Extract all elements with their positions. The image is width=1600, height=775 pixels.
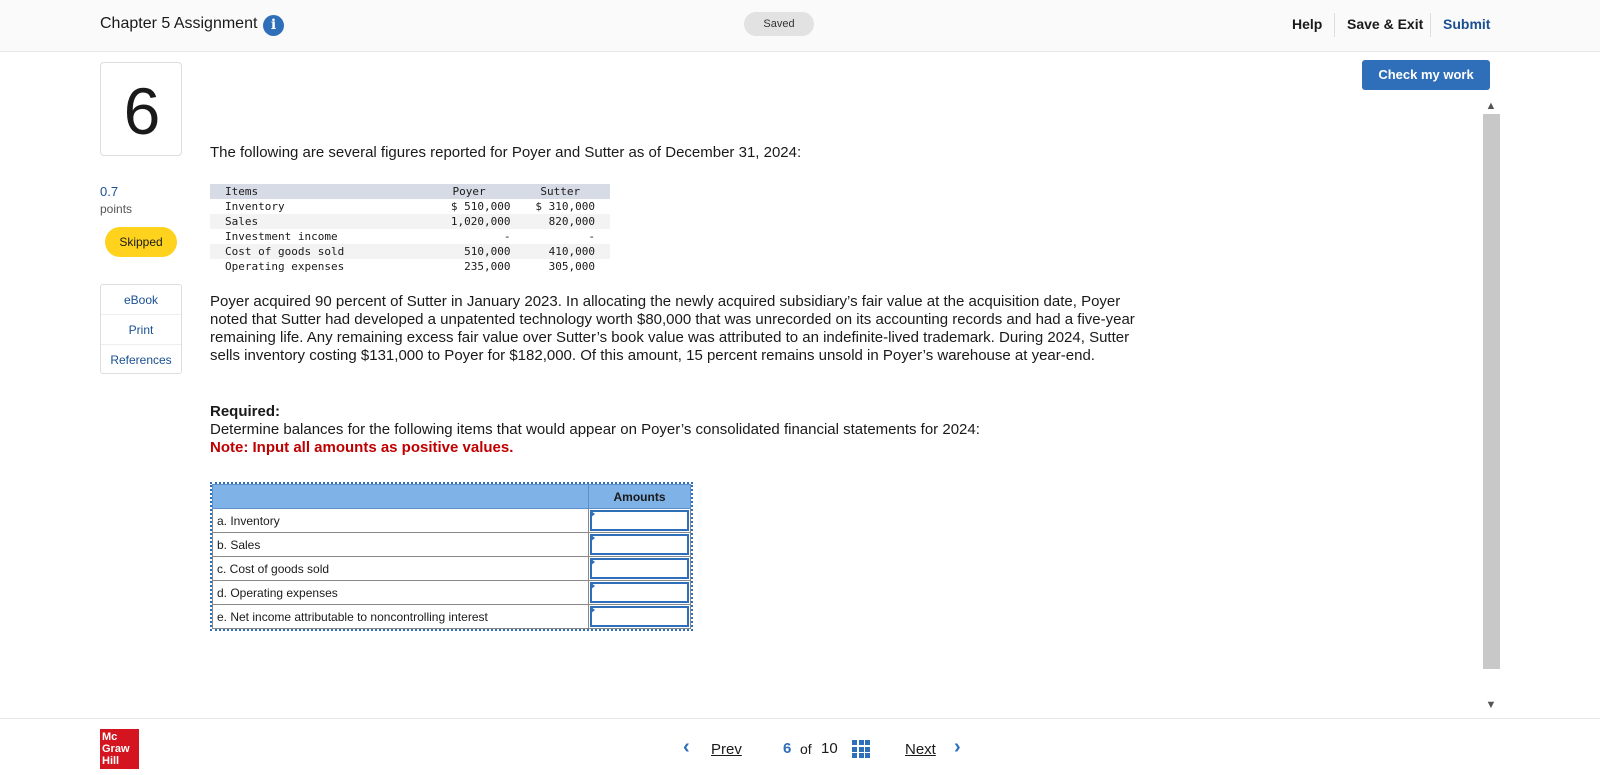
figures-cell: - [503, 230, 511, 243]
cell-marker-icon [590, 534, 595, 542]
answer-row-label: e. Net income attributable to noncontrol… [212, 604, 589, 629]
save-exit-link[interactable]: Save & Exit [1347, 16, 1423, 32]
figures-cell: 305,000 [548, 260, 595, 273]
page-indicator[interactable]: 6 of 10 [763, 725, 887, 769]
answer-header-row: Amounts [212, 484, 691, 509]
note-text: Note: Input all amounts as positive valu… [210, 439, 514, 456]
mcgraw-hill-logo: Mc Graw Hill [100, 729, 139, 769]
figures-row: Cost of goods sold 510,000 410,000 [210, 244, 610, 259]
print-link[interactable]: Print [101, 315, 181, 345]
figures-cell: 820,000 [510, 214, 610, 229]
figures-cell: Operating expenses [225, 260, 345, 273]
figures-cell: $ 310,000 [535, 200, 595, 213]
references-link[interactable]: References [101, 345, 181, 375]
answer-row-label: d. Operating expenses [212, 580, 589, 605]
figures-row: Investment income - - [210, 229, 610, 244]
scroll-down-icon[interactable]: ▼ [1482, 697, 1500, 713]
figures-cell: Investment income [225, 230, 338, 243]
figures-cell: - [588, 230, 595, 243]
amounts-header: Amounts [588, 484, 691, 509]
points-label: points [100, 202, 133, 216]
answer-row-label: c. Cost of goods sold [212, 556, 589, 581]
page-of: of [800, 741, 812, 757]
cell-marker-icon [590, 606, 595, 614]
figures-cell: Inventory [225, 200, 285, 213]
figures-row: Sales 1,020,000 820,000 [210, 214, 610, 229]
scrollbar-thumb[interactable] [1483, 114, 1500, 669]
answer-row: b. Sales [212, 532, 691, 557]
figures-cell: 410,000 [510, 244, 610, 259]
header-divider [1430, 13, 1431, 37]
answer-table-wrapper: Amounts a. Inventory b. Sales c. Cost of… [210, 482, 693, 631]
answer-row-label: a. Inventory [212, 508, 589, 533]
chevron-left-icon: ‹ [683, 736, 690, 758]
figures-table: Items Poyer Sutter Inventory $ 510,000 $… [210, 184, 610, 274]
answer-cell [588, 532, 691, 557]
figures-cell: 1,020,000 [427, 214, 511, 229]
answer-cell [588, 508, 691, 533]
resource-links: eBook Print References [100, 284, 182, 374]
cell-marker-icon [590, 558, 595, 566]
skipped-badge: Skipped [105, 227, 177, 257]
ebook-link[interactable]: eBook [101, 285, 181, 315]
cell-marker-icon [590, 510, 595, 518]
help-link[interactable]: Help [1292, 16, 1322, 32]
figures-cell: 510,000 [427, 244, 511, 259]
saved-status-badge: Saved [744, 12, 814, 36]
next-label: Next [905, 741, 936, 758]
inventory-amount-input[interactable] [590, 510, 689, 531]
sales-amount-input[interactable] [590, 534, 689, 555]
figures-header-cell: Items [210, 184, 428, 199]
answer-row: c. Cost of goods sold [212, 556, 691, 581]
figures-cell: 235,000 [464, 260, 511, 273]
header-divider [1334, 13, 1335, 37]
figures-row: Operating expenses 235,000 305,000 [210, 259, 610, 274]
chevron-right-icon: › [954, 736, 961, 758]
required-text: Determine balances for the following ite… [210, 421, 980, 438]
prev-button[interactable]: ‹ Prev [667, 725, 762, 769]
next-button[interactable]: Next › [888, 725, 983, 769]
figures-cell: Sales [210, 214, 428, 229]
answer-table: Amounts a. Inventory b. Sales c. Cost of… [212, 484, 691, 629]
answer-row: d. Operating expenses [212, 580, 691, 605]
submit-link[interactable]: Submit [1443, 16, 1490, 32]
assignment-title: Chapter 5 Assignment [100, 15, 258, 32]
question-intro: The following are several figures report… [210, 144, 802, 161]
required-heading: Required: [210, 403, 281, 420]
info-icon[interactable]: i [263, 15, 284, 36]
answer-cell [588, 580, 691, 605]
grid-icon[interactable] [852, 740, 870, 758]
cogs-amount-input[interactable] [590, 558, 689, 579]
figures-row: Inventory $ 510,000 $ 310,000 [210, 199, 610, 214]
page-current: 6 [783, 740, 792, 757]
question-paragraph: Poyer acquired 90 percent of Sutter in J… [210, 293, 1135, 364]
scroll-up-icon[interactable]: ▲ [1482, 98, 1500, 114]
nci-amount-input[interactable] [590, 606, 689, 627]
answer-row-label: b. Sales [212, 532, 589, 557]
figures-header-row: Items Poyer Sutter [210, 184, 610, 199]
answer-row: e. Net income attributable to noncontrol… [212, 604, 691, 629]
cell-marker-icon [590, 582, 595, 590]
prev-label: Prev [711, 741, 742, 758]
operating-expenses-amount-input[interactable] [590, 582, 689, 603]
points-value: 0.7 [100, 184, 119, 199]
answer-cell [588, 556, 691, 581]
answer-header-blank [212, 484, 589, 509]
bottom-footer: Mc Graw Hill ‹ Prev 6 of 10 Next › [0, 718, 1600, 775]
page-total: 10 [821, 740, 838, 757]
figures-header-cell: Poyer [427, 184, 511, 199]
check-my-work-button[interactable]: Check my work [1362, 60, 1490, 90]
figures-cell: Cost of goods sold [210, 244, 428, 259]
figures-header-cell: Sutter [510, 184, 610, 199]
figures-cell: $ 510,000 [450, 200, 511, 213]
top-header: Chapter 5 Assignment i Saved Help Save &… [0, 0, 1600, 52]
answer-cell [588, 604, 691, 629]
answer-row: a. Inventory [212, 508, 691, 533]
question-number: 6 [123, 74, 161, 148]
question-number-box: 6 [100, 62, 182, 156]
